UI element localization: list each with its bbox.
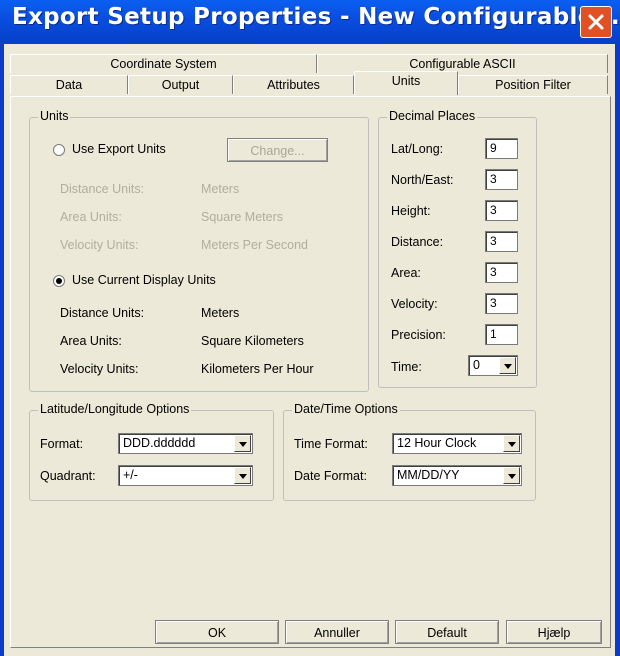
title-bar[interactable]: Export Setup Properties - New Configurab… xyxy=(0,0,620,44)
precision-decimals-input[interactable]: 1 xyxy=(485,324,518,345)
quadrant-label: Quadrant: xyxy=(40,469,96,483)
format-value: DDD.dddddd xyxy=(123,436,196,450)
close-icon xyxy=(588,14,604,30)
default-button-label: Default xyxy=(427,626,467,640)
latlong-options-legend: Latitude/Longitude Options xyxy=(38,402,192,416)
distance-decimals-label: Distance: xyxy=(391,235,444,249)
use-current-display-units-label[interactable]: Use Current Display Units xyxy=(72,273,216,287)
units-group-legend: Units xyxy=(38,109,71,123)
export-distance-units-value: Meters xyxy=(201,182,240,196)
distance-decimals-input[interactable]: 3 xyxy=(485,231,518,252)
precision-decimals-label: Precision: xyxy=(391,328,446,342)
dialog-client-area: Coordinate System Configurable ASCII Dat… xyxy=(4,44,615,656)
window-title: Export Setup Properties - New Configurab… xyxy=(12,4,620,30)
tab-label: Coordinate System xyxy=(110,57,217,71)
height-decimals-label: Height: xyxy=(391,204,431,218)
time-decimals-label: Time: xyxy=(391,360,422,374)
decimal-places-legend: Decimal Places xyxy=(387,109,478,123)
dialog-window: Export Setup Properties - New Configurab… xyxy=(0,0,620,656)
area-decimals-input[interactable]: 3 xyxy=(485,262,518,283)
default-button[interactable]: Default xyxy=(395,620,499,644)
date-format-label: Date Format: xyxy=(294,469,367,483)
tab-position-filter[interactable]: Position Filter xyxy=(458,75,608,94)
area-decimals-label: Area: xyxy=(391,266,421,280)
tab-attributes[interactable]: Attributes xyxy=(233,75,354,94)
cancel-button[interactable]: Annuller xyxy=(285,620,389,644)
date-format-value: MM/DD/YY xyxy=(397,468,460,482)
use-export-units-radio[interactable] xyxy=(53,144,65,156)
latlong-decimals-input[interactable]: 9 xyxy=(485,138,518,159)
export-area-units-label: Area Units: xyxy=(60,210,122,224)
display-area-units-label: Area Units: xyxy=(60,334,122,348)
time-format-label: Time Format: xyxy=(294,437,368,451)
chevron-down-icon[interactable] xyxy=(503,467,520,484)
velocity-decimals-input[interactable]: 3 xyxy=(485,293,518,314)
decimal-places-group: Decimal Places Lat/Long: 9 North/East: 3… xyxy=(378,109,537,388)
ok-button[interactable]: OK xyxy=(155,620,279,644)
display-area-units-value: Square Kilometers xyxy=(201,334,304,348)
velocity-decimals-label: Velocity: xyxy=(391,297,438,311)
chevron-down-icon[interactable] xyxy=(234,467,251,484)
tab-label: Attributes xyxy=(267,78,320,92)
units-tab-panel: Units Use Export Units Change... Distanc… xyxy=(10,96,611,648)
cancel-button-label: Annuller xyxy=(314,626,360,640)
latlong-decimals-label: Lat/Long: xyxy=(391,142,444,156)
tab-label: Units xyxy=(391,74,421,88)
help-button[interactable]: Hjælp xyxy=(506,620,602,644)
change-button[interactable]: Change... xyxy=(227,138,328,162)
time-decimals-value: 0 xyxy=(473,358,480,372)
time-decimals-dropdown[interactable]: 0 xyxy=(468,355,518,376)
date-format-dropdown[interactable]: MM/DD/YY xyxy=(392,465,522,486)
northeast-decimals-input[interactable]: 3 xyxy=(485,169,518,190)
datetime-options-group: Date/Time Options Time Format: 12 Hour C… xyxy=(283,402,536,501)
tab-label: Configurable ASCII xyxy=(409,57,516,71)
tab-data[interactable]: Data xyxy=(10,75,128,94)
tab-coordinate-system[interactable]: Coordinate System xyxy=(10,54,317,73)
use-current-display-units-radio[interactable] xyxy=(53,275,65,287)
units-group: Units Use Export Units Change... Distanc… xyxy=(29,109,369,392)
ok-button-label: OK xyxy=(207,626,227,640)
display-distance-units-value: Meters xyxy=(201,306,240,320)
export-velocity-units-value: Meters Per Second xyxy=(201,238,308,252)
northeast-decimals-label: North/East: xyxy=(391,173,454,187)
use-export-units-label[interactable]: Use Export Units xyxy=(72,142,166,156)
quadrant-dropdown[interactable]: +/- xyxy=(118,465,253,486)
display-distance-units-label: Distance Units: xyxy=(60,306,145,320)
time-format-dropdown[interactable]: 12 Hour Clock xyxy=(392,433,522,454)
format-label: Format: xyxy=(40,437,84,451)
time-format-value: 12 Hour Clock xyxy=(397,436,477,450)
datetime-options-legend: Date/Time Options xyxy=(292,402,400,416)
tab-label: Data xyxy=(55,78,83,92)
chevron-down-icon[interactable] xyxy=(503,435,520,452)
change-button-label: Change... xyxy=(250,144,305,158)
export-distance-units-label: Distance Units: xyxy=(60,182,145,196)
chevron-down-icon[interactable] xyxy=(499,357,516,374)
tab-units[interactable]: Units xyxy=(354,71,458,95)
height-decimals-input[interactable]: 3 xyxy=(485,200,518,221)
tab-label: Position Filter xyxy=(495,78,571,92)
chevron-down-icon[interactable] xyxy=(234,435,251,452)
export-area-units-value: Square Meters xyxy=(201,210,283,224)
latlong-options-group: Latitude/Longitude Options Format: DDD.d… xyxy=(29,402,274,501)
tab-label: Output xyxy=(161,78,200,92)
format-dropdown[interactable]: DDD.dddddd xyxy=(118,433,253,454)
display-velocity-units-label: Velocity Units: xyxy=(60,362,139,376)
export-velocity-units-label: Velocity Units: xyxy=(60,238,139,252)
help-button-label: Hjælp xyxy=(537,626,571,640)
close-button[interactable] xyxy=(580,6,612,38)
quadrant-value: +/- xyxy=(123,468,138,482)
display-velocity-units-value: Kilometers Per Hour xyxy=(201,362,314,376)
tab-output[interactable]: Output xyxy=(128,75,233,94)
